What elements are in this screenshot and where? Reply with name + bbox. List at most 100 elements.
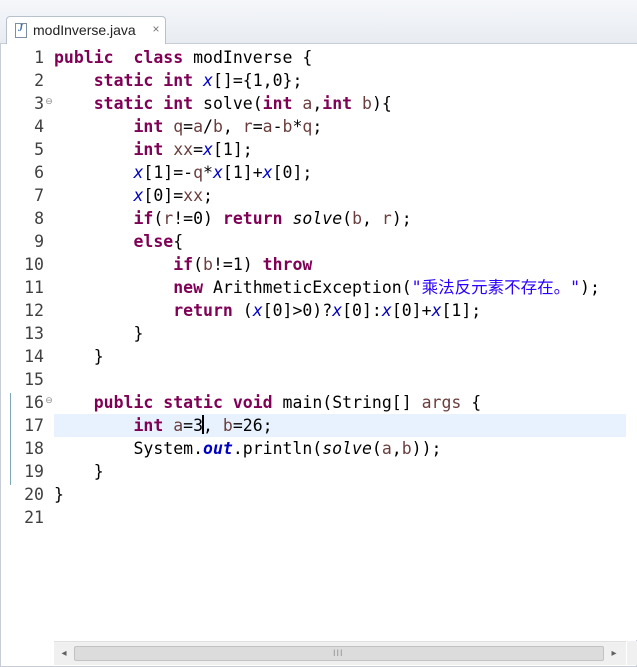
horizontal-scrollbar[interactable]: ◂ III ▸ [54,641,626,665]
code-token-kw: throw [262,255,313,274]
code-token-kw: int [133,416,164,435]
code-token: * [292,117,303,136]
code-token: = [193,140,204,159]
code-token: [1]+ [222,163,263,182]
code-line[interactable]: } [54,345,626,368]
code-token: } [54,324,144,343]
code-token: ; [312,117,323,136]
code-token-var: b [362,94,372,113]
code-token-fld: x [262,163,273,182]
code-token: ( [371,439,382,458]
code-line[interactable] [54,506,626,529]
code-line[interactable]: int a=3, b=26; [54,414,626,437]
code-token-kw: int [163,94,194,113]
fold-collapse-icon[interactable]: ⊖ [45,396,53,405]
line-number: 17 [24,416,44,435]
code-token-var: a [302,94,313,113]
code-token: , [362,209,382,228]
code-token-str: "乘法反元素不存在。" [411,278,581,297]
line-number: 12 [24,301,44,320]
java-file-icon: J [15,23,27,38]
code-token: } [54,462,104,481]
code-line[interactable]: } [54,460,626,483]
close-icon[interactable]: × [150,23,162,35]
code-line[interactable]: int q=a/b, r=a-b*q; [54,115,626,138]
code-line[interactable]: if(b!=1) throw [54,253,626,276]
line-number: 11 [24,278,44,297]
line-number: 18 [24,439,44,458]
code-token-kw: return [222,209,283,228]
code-editor[interactable]: 1 2 3 ⊖ 4 5 6 7 8 9 10 11 12 13 14 15 16 ⊖ 17 18 19 20 21 publ… [0,44,637,667]
code-token: , [312,94,323,113]
code-line[interactable]: else{ [54,230,626,253]
code-token-kw: void [232,393,273,412]
code-token: ); [580,278,600,297]
code-token: , [203,416,223,435]
code-token-fld: x [212,163,223,182]
code-token-kw: static [163,393,223,412]
code-token: System. [54,439,204,458]
code-token-var: a [193,117,204,136]
tab-modinverse-java[interactable]: J modInverse.java × [6,16,166,44]
code-line[interactable]: } [54,322,626,345]
line-number: 4 [34,117,44,136]
code-line[interactable]: return (x[0]>0)?x[0]:x[0]+x[1]; [54,299,626,322]
horizontal-scroll-thumb[interactable]: III [74,646,604,661]
scroll-left-arrow-icon[interactable]: ◂ [57,647,71,661]
code-token: ( [153,209,164,228]
fold-collapse-icon[interactable]: ⊖ [45,97,53,106]
code-line[interactable]: static int x[]={1,0}; [54,69,626,92]
code-token: , [391,439,402,458]
code-token: )); [411,439,442,458]
code-line[interactable]: public class modInverse { [54,46,626,69]
code-token: [0]: [342,301,382,320]
line-number: 13 [24,324,44,343]
code-line[interactable]: } [54,483,626,506]
code-line[interactable]: new ArithmeticException("乘法反元素不存在。"); [54,276,626,299]
code-token-kw: int [163,71,194,90]
code-token: [0]= [143,186,184,205]
code-token-var: a [381,439,392,458]
code-line[interactable]: if(r!=0) return solve(b, r); [54,207,626,230]
code-token-var: b [352,209,362,228]
code-token: solve( [193,94,263,113]
code-token-var: a [262,117,273,136]
code-token-fld: x [133,163,144,182]
code-line[interactable]: x[0]=xx; [54,184,626,207]
code-token-var: q [302,117,313,136]
code-line[interactable]: int xx=x[1]; [54,138,626,161]
code-token: [0]>0)? [262,301,333,320]
code-line[interactable]: System.out.println(solve(a,b)); [54,437,626,460]
code-line[interactable]: public static void main(String[] args { [54,391,626,414]
scroll-grip-icon: III [333,648,344,658]
code-token: ){ [371,94,392,113]
code-line[interactable] [54,368,626,391]
code-line[interactable]: static int solve(int a,int b){ [54,92,626,115]
code-token: main(String[] [272,393,422,412]
line-number: 21 [24,508,44,527]
code-token: =3 [183,416,204,435]
code-token-var: xx [173,140,194,159]
code-line[interactable]: x[1]=-q*x[1]+x[0]; [54,161,626,184]
code-token-var: r [163,209,174,228]
code-token-kw: static [93,94,154,113]
code-token: !=0) [173,209,223,228]
code-text-area[interactable]: public class modInverse { static int x[]… [54,44,626,640]
code-token: { [173,232,184,251]
code-token: [1]; [212,140,253,159]
vertical-scrollbar[interactable] [627,44,637,640]
line-number: 19 [24,462,44,481]
code-token-var: b [212,117,223,136]
scroll-right-arrow-icon[interactable]: ▸ [607,647,621,661]
line-number: 2 [34,71,44,90]
code-token: * [203,163,213,182]
code-token-kw: int [133,140,164,159]
